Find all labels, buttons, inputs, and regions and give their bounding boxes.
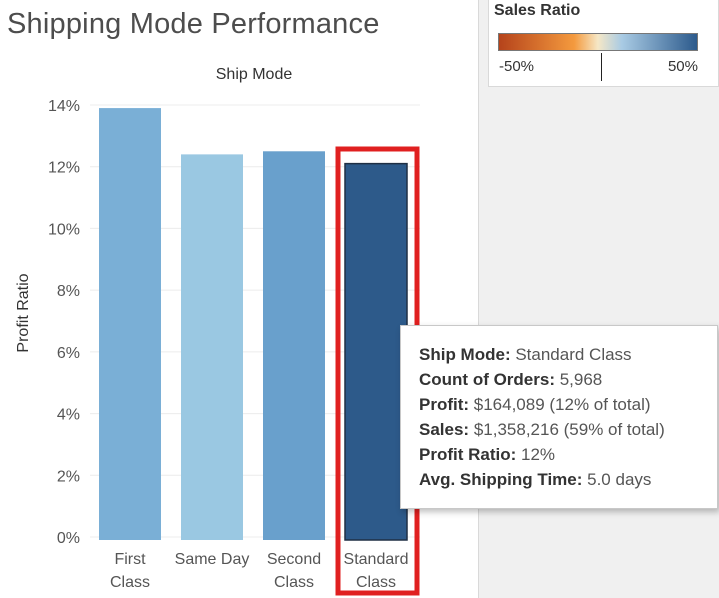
y-tick-label: 10% [48, 221, 80, 238]
tooltip-field-value: 5,968 [555, 370, 603, 389]
bar-first-class[interactable] [99, 108, 161, 540]
x-axis-ticks: First Class Same Day Second Class Standard Cla… [110, 551, 408, 591]
y-tick-label: 4% [57, 407, 80, 424]
tooltip-field-label: Profit: [419, 395, 470, 414]
y-tick-label: 14% [48, 98, 80, 115]
y-axis-ticks: 0% 2% 4% 6% 8% 10% 12% 14% [48, 98, 80, 547]
color-legend[interactable]: Sales Ratio -50% 50% [488, 0, 719, 87]
y-tick-label: 2% [57, 468, 80, 485]
legend-gradient-bar[interactable] [498, 33, 698, 51]
tooltip-line: Ship Mode: Standard Class [419, 345, 632, 365]
x-tick-label: First [114, 551, 146, 568]
legend-title: Sales Ratio [494, 2, 581, 19]
y-tick-label: 0% [57, 530, 80, 547]
tooltip: Ship Mode: Standard Class Count of Orders… [400, 325, 718, 509]
tooltip-field-label: Profit Ratio: [419, 445, 517, 464]
column-header: Ship Mode [216, 66, 293, 83]
y-tick-label: 6% [57, 345, 80, 362]
y-tick-label: 8% [57, 283, 80, 300]
tooltip-field-value: $1,358,216 (59% of total) [469, 420, 665, 439]
legend-min-label: -50% [499, 58, 535, 75]
legend-center-tick [601, 53, 602, 81]
tooltip-field-label: Ship Mode: [419, 345, 511, 364]
bar-second-class[interactable] [263, 151, 325, 541]
x-tick-label: Same Day [175, 551, 250, 568]
x-tick-label: Class [274, 574, 314, 591]
legend-max-label: 50% [667, 58, 698, 75]
tooltip-field-label: Avg. Shipping Time: [419, 470, 583, 489]
x-tick-label: Class [356, 574, 396, 591]
tooltip-line: Profit: $164,089 (12% of total) [419, 395, 651, 415]
y-axis-label: Profit Ratio [15, 273, 32, 352]
tooltip-line: Count of Orders: 5,968 [419, 370, 602, 390]
tooltip-field-value: 5.0 days [582, 470, 652, 489]
tooltip-field-value: Standard Class [510, 345, 632, 364]
tooltip-line: Sales: $1,358,216 (59% of total) [419, 420, 665, 440]
tooltip-field-label: Sales: [419, 420, 470, 439]
x-tick-label: Second [267, 551, 321, 568]
bar-same-day[interactable] [181, 154, 243, 540]
tooltip-line: Profit Ratio: 12% [419, 445, 555, 465]
tooltip-field-value: 12% [516, 445, 556, 464]
x-tick-label: Standard [344, 551, 409, 568]
x-tick-label: Class [110, 574, 150, 591]
tooltip-field-value: $164,089 (12% of total) [469, 395, 651, 414]
tooltip-field-label: Count of Orders: [419, 370, 555, 389]
tooltip-line: Avg. Shipping Time: 5.0 days [419, 470, 651, 490]
y-tick-label: 12% [48, 160, 80, 177]
bar-standard-class[interactable] [344, 162, 408, 541]
